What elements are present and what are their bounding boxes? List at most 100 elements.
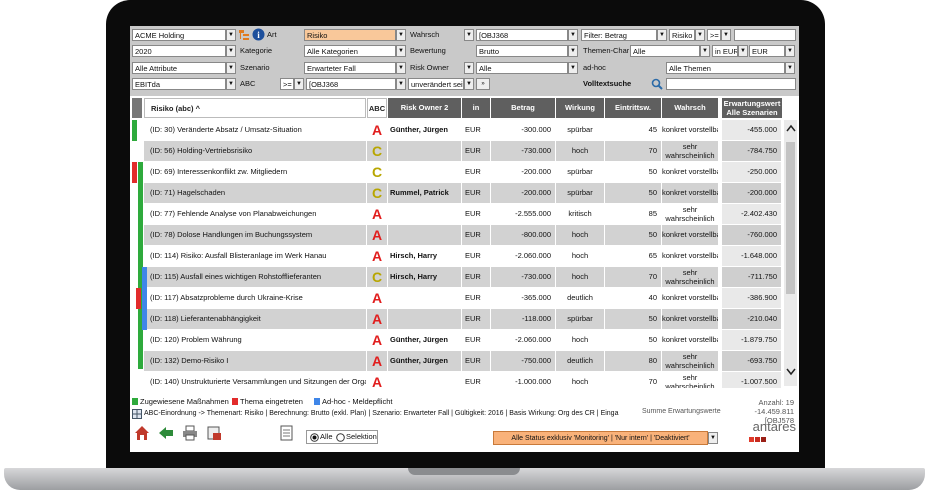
operator-select[interactable]: >= [707, 29, 721, 41]
chevron-down-icon[interactable]: ▼ [464, 62, 474, 74]
status-filter-select[interactable]: Alle Status exklusiv 'Monitoring' | 'Nur… [493, 431, 708, 445]
abc-class-cell: C [367, 162, 388, 182]
themen-char-select[interactable]: Alle [630, 45, 700, 57]
table-row[interactable]: (ID: 118) Lieferantenabhängigkeit A EUR -11… [132, 309, 782, 330]
szenario-select[interactable]: Erwarteter Fall [304, 62, 396, 74]
cur-cell: EUR [462, 204, 491, 224]
abc-operator-select[interactable]: >= [280, 78, 294, 90]
chevron-down-icon[interactable]: ▼ [568, 29, 578, 41]
fulltext-search-input[interactable] [666, 78, 796, 90]
chevron-down-icon[interactable]: ▼ [700, 45, 710, 57]
art-select[interactable]: Risiko [304, 29, 396, 41]
col-header-owner[interactable]: Risk Owner 2 [388, 98, 461, 118]
filter-risiko-select[interactable]: Risiko [669, 29, 695, 41]
col-header-betrag[interactable]: Betrag [491, 98, 555, 118]
col-header-eintritt[interactable]: Eintrittsw. [605, 98, 661, 118]
table-row[interactable]: (ID: 78) Dolose Handlungen im Buchungssy… [132, 225, 782, 246]
document-icon[interactable] [280, 425, 294, 441]
abc-obj-input[interactable]: [OBJ368 [306, 78, 396, 90]
obj-input[interactable]: [OBJ368 [476, 29, 568, 41]
table-row[interactable]: (ID: 71) Hagelschaden C Rummel, Patrick EUR… [132, 183, 782, 204]
ebitda-select[interactable]: EBITda [132, 78, 226, 90]
szenario-label: Szenario [240, 63, 270, 72]
name-cell: (ID: 118) Lieferantenabhängigkeit [144, 309, 367, 329]
col-header-abc[interactable]: ABC [367, 98, 387, 118]
col-header-wahrsch[interactable]: Wahrsch [662, 98, 718, 118]
themen-select[interactable]: Alle Themen [666, 62, 785, 74]
table-row[interactable]: (ID: 120) Problem Währung A Günther, Jürge… [132, 330, 782, 351]
chevron-down-icon[interactable]: ▼ [294, 78, 304, 90]
currency-select[interactable]: EUR [749, 45, 785, 57]
chevron-down-icon[interactable]: ▼ [738, 45, 748, 57]
owner-cell: Hirsch, Harry [388, 246, 462, 266]
chevron-down-icon[interactable]: ▼ [464, 78, 474, 90]
chevron-up-icon[interactable] [786, 124, 796, 132]
table-row[interactable]: (ID: 56) Holding-Vertriebsrisiko C EUR -730… [132, 141, 782, 162]
print-icon[interactable] [182, 425, 198, 441]
table-row[interactable]: (ID: 114) Risiko: Ausfall Blisteranlage … [132, 246, 782, 267]
grid-icon[interactable] [132, 409, 142, 419]
chevron-down-icon[interactable]: ▼ [708, 432, 718, 444]
radio-selektion[interactable] [336, 433, 345, 442]
antares-logo: antares [752, 419, 796, 434]
filter-value-input[interactable] [734, 29, 796, 41]
hierarchy-icon[interactable] [238, 29, 250, 41]
search-icon[interactable] [651, 78, 663, 90]
betrag-cell: -800.000 [491, 225, 556, 245]
name-cell: (ID: 30) Veränderte Absatz / Umsatz-Situ… [144, 120, 367, 140]
chevron-down-icon[interactable]: ▼ [396, 45, 406, 57]
wirkung-cell: deutlich [556, 351, 605, 371]
attribute-select[interactable]: Alle Attribute [132, 62, 226, 74]
home-icon[interactable] [134, 425, 150, 441]
fast-forward-icon[interactable]: » [476, 78, 490, 90]
table-row[interactable]: (ID: 132) Demo-Risiko I A Günther, Jürgen E… [132, 351, 782, 372]
chevron-down-icon[interactable]: ▼ [785, 62, 795, 74]
chevron-down-icon[interactable]: ▼ [464, 29, 474, 41]
col-header-erwartungswert[interactable]: Erwartungswert Alle Szenarien [722, 98, 782, 118]
wirkung-cell: hoch [556, 330, 605, 350]
filter-betrag-select[interactable]: Filter: Betrag [581, 29, 657, 41]
export-icon[interactable] [206, 425, 222, 441]
chevron-down-icon[interactable]: ▼ [226, 45, 236, 57]
table-row[interactable]: (ID: 117) Absatzprobleme durch Ukraine-K… [132, 288, 782, 309]
chevron-down-icon[interactable]: ▼ [695, 29, 705, 41]
currency-mode-select[interactable]: in EUR [712, 45, 738, 57]
chevron-down-icon[interactable]: ▼ [226, 29, 236, 41]
riskowner-select[interactable]: Alle [476, 62, 568, 74]
table-row[interactable]: (ID: 69) Interessenkonflikt zw. Mitglied… [132, 162, 782, 183]
chevron-down-icon[interactable]: ▼ [568, 62, 578, 74]
chevron-down-icon[interactable]: ▼ [785, 45, 795, 57]
table-row[interactable]: (ID: 30) Veränderte Absatz / Umsatz-Situ… [132, 120, 782, 141]
chevron-down-icon[interactable]: ▼ [396, 62, 406, 74]
col-header-in[interactable]: in [462, 98, 490, 118]
column-grip[interactable] [132, 98, 142, 118]
legend-blue-swatch [314, 398, 320, 405]
chevron-down-icon[interactable]: ▼ [721, 29, 731, 41]
chevron-down-icon[interactable] [786, 368, 796, 376]
back-arrow-icon[interactable] [158, 425, 174, 441]
chevron-down-icon[interactable]: ▼ [396, 29, 406, 41]
name-cell: (ID: 114) Risiko: Ausfall Blisteranlage … [144, 246, 367, 266]
table-row[interactable]: (ID: 115) Ausfall eines wichtigen Rohsto… [132, 267, 782, 288]
unchanged-select[interactable]: unverändert seit [408, 78, 464, 90]
table-row[interactable]: (ID: 77) Fehlende Analyse von Planabweic… [132, 204, 782, 225]
radio-alle[interactable] [310, 433, 319, 442]
chevron-down-icon[interactable]: ▼ [396, 78, 406, 90]
chevron-down-icon[interactable]: ▼ [657, 29, 667, 41]
col-header-wirkung[interactable]: Wirkung [556, 98, 604, 118]
chevron-down-icon[interactable]: ▼ [568, 45, 578, 57]
col-header-risiko[interactable]: Risiko (abc) ^ [144, 98, 366, 118]
chevron-down-icon[interactable]: ▼ [226, 62, 236, 74]
scrollbar-thumb[interactable] [786, 142, 795, 294]
year-select[interactable]: 2020 [132, 45, 226, 57]
entity-select[interactable]: ACME Holding [132, 29, 226, 41]
kategorie-select[interactable]: Alle Kategorien [304, 45, 396, 57]
cur-cell: EUR [462, 141, 491, 161]
wahrsch-line1: sehr [682, 352, 698, 361]
chevron-down-icon[interactable]: ▼ [226, 78, 236, 90]
wirkung-cell: spürbar [556, 183, 605, 203]
marker-green-bar [132, 120, 137, 141]
radio-selektion-label: Selektion [346, 432, 377, 441]
info-icon[interactable]: i [252, 28, 265, 41]
bewertung-select[interactable]: Brutto [476, 45, 568, 57]
